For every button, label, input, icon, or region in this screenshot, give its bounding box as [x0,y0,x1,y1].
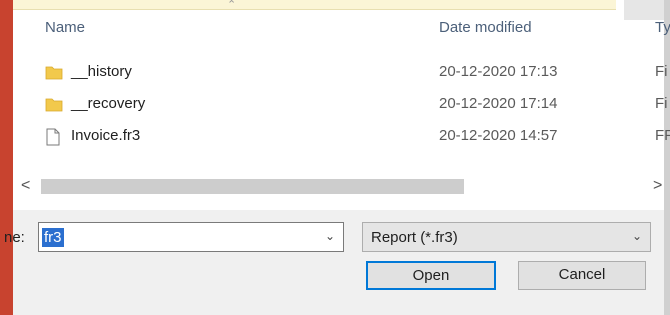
vertical-scrollbar-top[interactable] [624,0,664,20]
background-window-edge [0,0,13,315]
scroll-right-arrow-icon[interactable]: > [653,175,662,197]
file-name: __recovery [71,95,146,112]
folder-icon [45,64,63,84]
file-row-recovery[interactable]: __recovery 20-12-2020 17:14 Fi [13,92,668,116]
file-row-history[interactable]: __history 20-12-2020 17:13 Fi [13,60,668,84]
file-type-filter-value: Report (*.fr3) [371,229,458,246]
folder-icon [45,96,63,116]
chevron-down-icon[interactable]: ⌄ [325,229,335,243]
open-button[interactable]: Open [366,261,496,290]
column-header-type[interactable]: Ty [655,19,670,36]
file-date: 20-12-2020 17:13 [439,63,558,80]
file-row-invoice[interactable]: Invoice.fr3 20-12-2020 14:57 FF [13,124,670,150]
file-name-label: ne: [4,229,25,246]
file-type: Fi [655,95,668,112]
collapse-icon: ⌃ [227,0,237,11]
scrollbar-thumb[interactable] [41,179,464,194]
file-type-filter-select[interactable]: Report (*.fr3) ⌄ [362,222,651,252]
file-date: 20-12-2020 14:57 [439,127,558,144]
file-date: 20-12-2020 17:14 [439,95,558,112]
column-header-name[interactable]: Name [45,19,85,36]
file-icon [45,128,61,150]
scroll-left-arrow-icon[interactable]: < [21,175,30,197]
window-right-edge [664,0,670,315]
file-name-value[interactable]: fr3 [42,228,64,247]
file-name: __history [71,63,132,80]
info-bar: ⌃ [13,0,616,11]
file-type: Fi [655,63,668,80]
cancel-button[interactable]: Cancel [518,261,646,290]
horizontal-scrollbar[interactable]: < > [13,175,664,197]
chevron-down-icon[interactable]: ⌄ [632,229,642,243]
file-type: FF [655,127,670,144]
file-name-input[interactable]: fr3 ⌄ [38,222,344,252]
file-name: Invoice.fr3 [71,127,141,144]
column-header-date-modified[interactable]: Date modified [439,19,532,36]
